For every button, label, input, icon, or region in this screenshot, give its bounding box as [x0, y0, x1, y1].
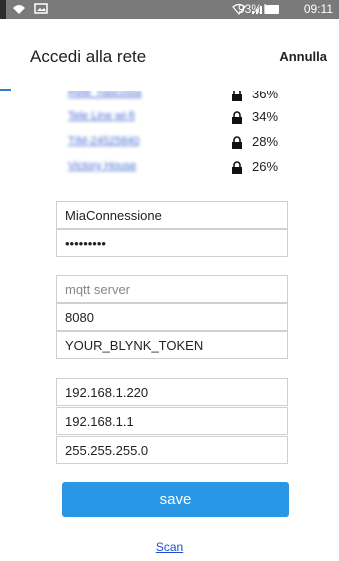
status-bar-edge — [0, 0, 6, 19]
gateway-field[interactable]: 192.168.1.1 — [56, 407, 288, 435]
network-item[interactable]: TIM-24525840 28% — [68, 133, 298, 153]
image-notification-icon — [34, 3, 48, 14]
network-signal: 26% — [252, 159, 279, 174]
network-item[interactable]: Rete_nascosta 36% — [68, 91, 298, 105]
network-item[interactable]: Victory House 26% — [68, 158, 298, 178]
lock-icon — [232, 111, 242, 124]
lock-icon — [232, 161, 242, 174]
network-ssid-link[interactable]: Tele Line wi-fi — [68, 110, 135, 122]
page-title: Accedi alla rete — [30, 47, 147, 66]
static-ip-field[interactable]: 192.168.1.220 — [56, 378, 288, 406]
blynk-token-field[interactable]: YOUR_BLYNK_TOKEN — [56, 331, 288, 359]
wifi-call-icon — [13, 5, 25, 14]
network-signal: 28% — [252, 134, 279, 149]
mqtt-server-field[interactable]: mqtt server — [56, 275, 288, 303]
portal-content: Rete_nascosta 36% Tele Line wi-fi 34% TI… — [0, 91, 339, 561]
mqtt-port-field[interactable]: 8080 — [56, 303, 288, 331]
cancel-button[interactable]: Annulla — [279, 49, 327, 64]
network-signal: 36% — [252, 91, 279, 101]
scan-link[interactable]: Scan — [0, 540, 339, 554]
status-bar: 93% 09:11 — [0, 0, 339, 19]
subnet-field[interactable]: 255.255.255.0 — [56, 436, 288, 464]
battery-icon — [265, 5, 279, 15]
network-item[interactable]: Tele Line wi-fi 34% — [68, 108, 298, 128]
lock-icon — [232, 136, 242, 149]
network-ssid-link[interactable]: TIM-24525840 — [68, 135, 140, 147]
ssid-field[interactable]: MiaConnessione — [56, 201, 288, 229]
battery-indicator: 93% — [238, 2, 279, 16]
dialog-header: Accedi alla rete Annulla — [0, 19, 339, 91]
network-ssid-link[interactable]: Victory House — [68, 160, 136, 172]
network-ssid-link[interactable]: Rete_nascosta — [68, 91, 141, 99]
battery-percentage: 93% — [237, 2, 262, 16]
save-button[interactable]: save — [62, 482, 289, 517]
clock: 09:11 — [303, 2, 333, 16]
password-field[interactable]: ••••••••• — [56, 229, 288, 257]
lock-icon — [232, 91, 242, 101]
network-signal: 34% — [252, 109, 279, 124]
